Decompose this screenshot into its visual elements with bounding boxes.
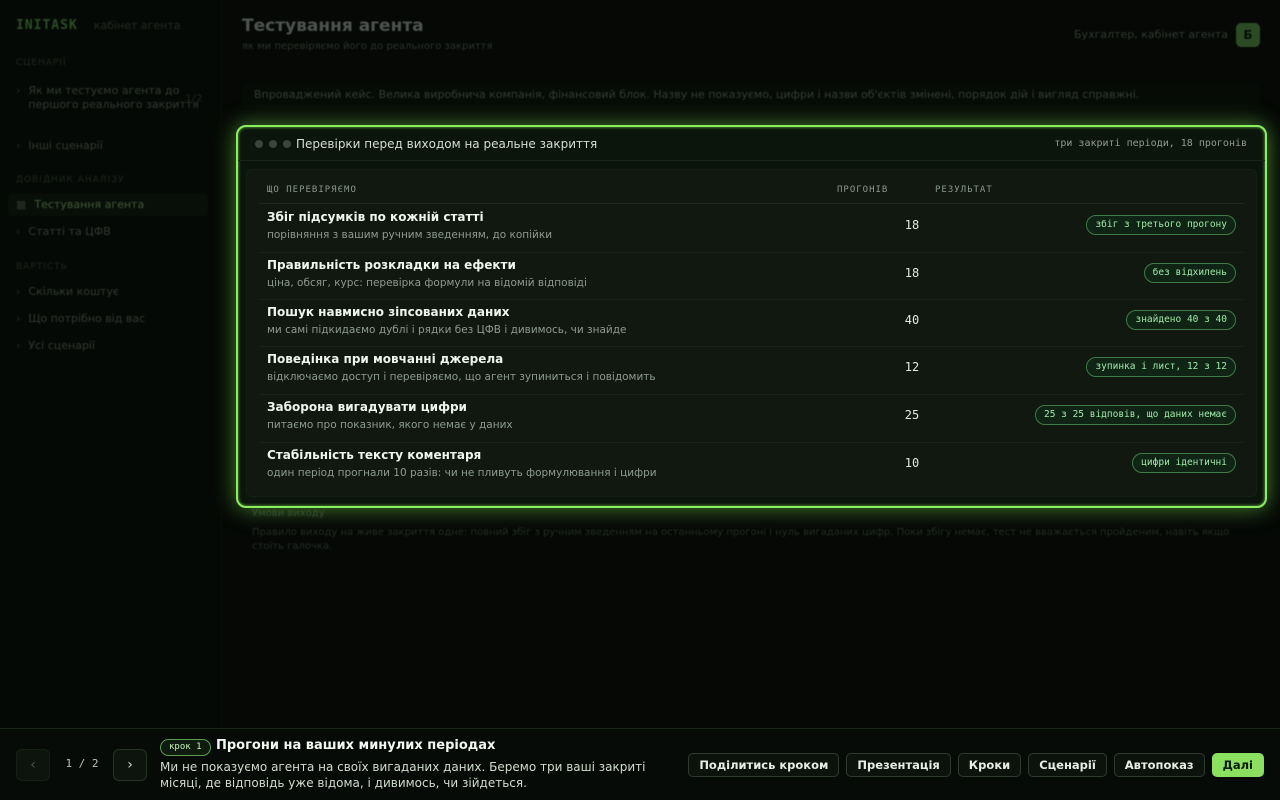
sidebar-section-reference: ДОВІДНИК АНАЛІЗУ xyxy=(16,175,125,185)
runs-count: 12 xyxy=(904,360,920,374)
table-row: Заборона вигадувати цифри питаємо про по… xyxy=(247,394,1256,442)
column-header-runs: ПРОГОНІВ xyxy=(837,185,889,195)
check-title: Пошук навмисно зіпсованих даних xyxy=(267,305,510,319)
panel-header: Перевірки перед виходом на реальне закри… xyxy=(238,127,1265,161)
sidebar-item-testing-scenario[interactable]: › Як ми тестуємо агента до першого реаль… xyxy=(16,84,206,112)
runs-count: 18 xyxy=(904,218,920,232)
sidebar-section-cost: ВАРТІСТЬ xyxy=(16,262,68,272)
step-title: Прогони на ваших минулих періодах xyxy=(216,738,496,753)
exit-conditions-text: Правило виходу на живе закриття одне: по… xyxy=(252,527,1230,552)
sidebar-item-badge: 1/2 xyxy=(185,94,202,104)
brand-logo: INITASK xyxy=(16,18,78,33)
bullet-icon: › xyxy=(16,84,21,97)
runs-count: 25 xyxy=(904,408,920,422)
check-title: Правильність розкладки на ефекти xyxy=(267,258,516,272)
result-badge: 25 з 25 відповів, що даних немає xyxy=(1034,405,1236,425)
window-dots-icon xyxy=(255,140,291,148)
tour-actions: Поділитись кроком Презентація Кроки Сцен… xyxy=(688,753,1264,777)
sidebar-item-other-scenarios[interactable]: › Інші сценарії xyxy=(16,139,206,153)
check-description: питаємо про показник, якого немає у дани… xyxy=(267,419,513,431)
table-row: Стабільність тексту коментаря один періо… xyxy=(247,442,1256,490)
sidebar-item-articles[interactable]: › Статті та ЦФВ xyxy=(16,225,206,239)
sidebar: INITASK кабінет агента СЦЕНАРІЇ › Як ми … xyxy=(0,0,222,728)
bullet-icon: › xyxy=(16,139,21,152)
sidebar-item-all-scenarios[interactable]: › Усі сценарії xyxy=(16,339,206,353)
sidebar-item-cost[interactable]: › Скільки коштує xyxy=(16,285,206,299)
runs-count: 10 xyxy=(904,456,920,470)
case-info-strip: Впроваджений кейс. Велика виробнича комп… xyxy=(242,84,1260,108)
steps-button[interactable]: Кроки xyxy=(957,753,1022,777)
page-subtitle: як ми перевіряємо його до реального закр… xyxy=(242,41,493,52)
bullet-icon: › xyxy=(16,312,21,325)
check-title: Заборона вигадувати цифри xyxy=(267,400,467,414)
step-pager: 1 / 2 xyxy=(65,757,99,770)
previous-step-button[interactable]: ‹ xyxy=(16,749,50,781)
table-row: Пошук навмисно зіпсованих даних ми самі … xyxy=(247,299,1256,347)
presentation-button[interactable]: Презентація xyxy=(846,753,951,777)
table-row: Збіг підсумків по кожній статті порівнян… xyxy=(247,205,1256,252)
sidebar-item-label: Статті та ЦФВ xyxy=(28,225,111,238)
sidebar-item-label: Усі сценарії xyxy=(28,339,96,352)
table-row: Поведінка при мовчанні джерела відключає… xyxy=(247,346,1256,394)
header-divider xyxy=(259,203,1244,204)
autoplay-button[interactable]: Автопоказ xyxy=(1113,753,1205,777)
step-badge: крок 1 xyxy=(160,739,211,756)
result-badge: знайдено 40 з 40 xyxy=(1126,310,1236,330)
column-header-check: ЩО ПЕРЕВІРЯЄМО xyxy=(267,185,357,195)
next-button[interactable]: Далі xyxy=(1211,753,1264,777)
exit-conditions-heading: Умови виходу xyxy=(252,508,325,519)
sidebar-item-label: Що потрібно від вас xyxy=(28,312,146,325)
bullet-icon: › xyxy=(16,339,21,352)
panel-meta: три закриті періоди, 18 прогонів xyxy=(1054,138,1247,149)
bullet-icon: ■ xyxy=(16,198,27,211)
result-badge: без відхилень xyxy=(1143,263,1236,283)
checks-table: ЩО ПЕРЕВІРЯЄМО ПРОГОНІВ РЕЗУЛЬТАТ Збіг п… xyxy=(246,169,1257,497)
result-badge: зупинка і лист, 12 з 12 xyxy=(1086,357,1236,377)
check-description: відключаємо доступ і перевіряємо, що аге… xyxy=(267,371,656,383)
brand-subtitle: кабінет агента xyxy=(93,19,181,32)
sidebar-item-requirements[interactable]: › Що потрібно від вас xyxy=(16,312,206,326)
user-label: Бухгалтер, кабінет агента xyxy=(1074,28,1228,41)
checks-panel: Перевірки перед виходом на реальне закри… xyxy=(236,125,1267,508)
table-row: Правильність розкладки на ефекти ціна, о… xyxy=(247,252,1256,300)
check-description: один період прогнали 10 разів: чи не пли… xyxy=(267,467,657,479)
runs-count: 18 xyxy=(904,266,920,280)
check-description: ми самі підкидаємо дублі і рядки без ЦФВ… xyxy=(267,324,627,336)
tour-bar: ‹ 1 / 2 › крок 1 Прогони на ваших минули… xyxy=(0,728,1280,800)
check-title: Стабільність тексту коментаря xyxy=(267,448,482,462)
check-description: ціна, обсяг, курс: перевірка формули на … xyxy=(267,277,587,289)
sidebar-item-label: Інші сценарії xyxy=(28,139,103,152)
sidebar-item-label: Як ми тестуємо агента до першого реально… xyxy=(28,84,199,111)
check-title: Поведінка при мовчанні джерела xyxy=(267,352,504,366)
column-header-result: РЕЗУЛЬТАТ xyxy=(935,185,993,195)
sidebar-item-agent-testing[interactable]: ■ Тестування агента xyxy=(8,194,208,216)
result-badge: збіг з третього прогону xyxy=(1086,215,1236,235)
chevron-right-icon: › xyxy=(127,757,133,773)
scenarios-button[interactable]: Сценарії xyxy=(1028,753,1107,777)
check-title: Збіг підсумків по кожній статті xyxy=(267,210,484,224)
next-step-arrow-button[interactable]: › xyxy=(113,749,147,781)
share-step-button[interactable]: Поділитись кроком xyxy=(688,753,840,777)
sidebar-item-label: Тестування агента xyxy=(34,198,145,211)
sidebar-section-scenarios: СЦЕНАРІЇ xyxy=(16,58,67,68)
check-description: порівняння з вашим ручним зведенням, до … xyxy=(267,229,553,241)
result-badge: цифри ідентичні xyxy=(1132,453,1236,473)
bullet-icon: › xyxy=(16,225,21,238)
brand: INITASK кабінет агента xyxy=(16,18,181,33)
page-title: Тестування агента xyxy=(242,16,424,36)
chevron-left-icon: ‹ xyxy=(30,757,36,773)
runs-count: 40 xyxy=(904,313,920,327)
step-description: Ми не показуємо агента на своїх вигадани… xyxy=(160,760,646,790)
bullet-icon: › xyxy=(16,285,21,298)
panel-title: Перевірки перед виходом на реальне закри… xyxy=(296,137,598,151)
sidebar-item-label: Скільки коштує xyxy=(28,285,119,298)
avatar[interactable]: Б xyxy=(1236,23,1260,47)
